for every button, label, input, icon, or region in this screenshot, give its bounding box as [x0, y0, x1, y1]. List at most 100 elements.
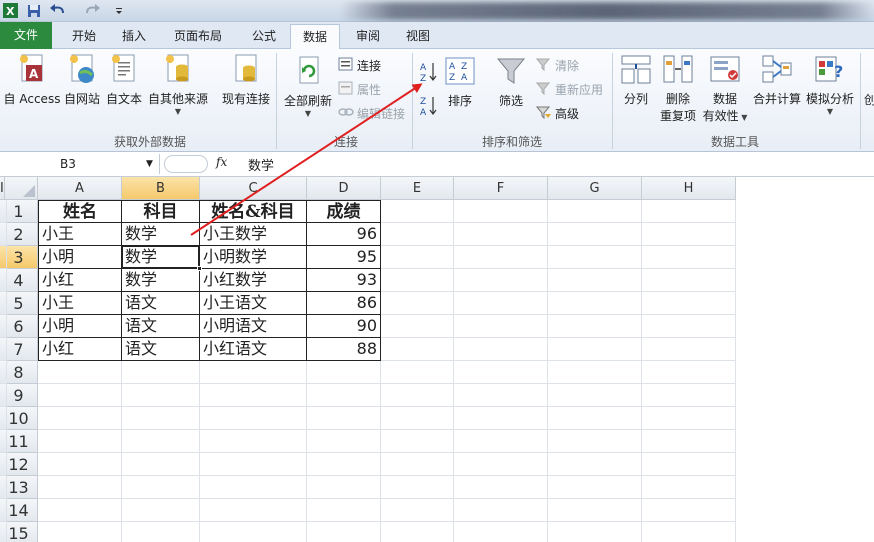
cell[interactable] — [0, 499, 7, 522]
table-cell[interactable]: 小红数学 — [200, 269, 307, 292]
cell[interactable] — [454, 407, 548, 430]
column-header-i[interactable]: I — [0, 177, 5, 200]
formula-input[interactable]: 数学 — [248, 155, 274, 174]
cell[interactable] — [454, 476, 548, 499]
cell[interactable] — [381, 223, 454, 246]
cell[interactable] — [122, 430, 200, 453]
table-cell[interactable]: 数学 — [122, 246, 200, 269]
table-cell[interactable]: 小红语文 — [200, 338, 307, 361]
from-text-button[interactable]: 自文本 — [104, 53, 144, 107]
cell[interactable] — [381, 292, 454, 315]
cell[interactable] — [0, 292, 7, 315]
table-cell[interactable]: 数学 — [122, 269, 200, 292]
cell[interactable] — [200, 361, 307, 384]
properties-button[interactable]: 属性 — [338, 81, 381, 98]
cell[interactable] — [454, 338, 548, 361]
cell[interactable] — [122, 407, 200, 430]
cell[interactable] — [548, 453, 642, 476]
cell[interactable] — [548, 522, 642, 542]
cell[interactable] — [548, 430, 642, 453]
cell[interactable] — [307, 499, 381, 522]
cell[interactable] — [642, 522, 736, 542]
table-header-cell[interactable]: 姓名 — [38, 200, 122, 223]
cell[interactable] — [548, 476, 642, 499]
cell[interactable] — [381, 522, 454, 542]
cell[interactable] — [454, 223, 548, 246]
table-cell[interactable]: 小王 — [38, 292, 122, 315]
table-cell[interactable]: 86 — [307, 292, 381, 315]
cell[interactable] — [122, 476, 200, 499]
select-all-corner[interactable] — [0, 177, 38, 200]
reapply-button[interactable]: 重新应用 — [535, 81, 603, 98]
from-web-button[interactable]: 自网站 — [62, 53, 102, 107]
refresh-all-button[interactable]: 全部刷新 ▼ — [282, 55, 334, 118]
table-cell[interactable]: 小红 — [38, 269, 122, 292]
cell[interactable] — [122, 522, 200, 542]
cell[interactable] — [307, 407, 381, 430]
cell[interactable] — [381, 407, 454, 430]
tab-view[interactable]: 视图 — [396, 24, 440, 49]
cell[interactable] — [548, 223, 642, 246]
existing-connections-button[interactable]: 现有连接 — [218, 53, 274, 107]
cell[interactable] — [548, 292, 642, 315]
from-access-button[interactable]: A 自 Access — [2, 53, 62, 107]
cell[interactable] — [200, 384, 307, 407]
table-cell[interactable]: 96 — [307, 223, 381, 246]
table-cell[interactable]: 88 — [307, 338, 381, 361]
cell[interactable] — [642, 453, 736, 476]
cell[interactable] — [38, 407, 122, 430]
cell[interactable] — [642, 292, 736, 315]
sort-ascending-button[interactable]: AZ — [420, 61, 438, 86]
cell[interactable] — [381, 476, 454, 499]
cell[interactable] — [642, 246, 736, 269]
tab-insert[interactable]: 插入 — [112, 24, 156, 49]
data-validation-button[interactable]: 数据 有效性 ▼ — [700, 53, 750, 124]
cell[interactable] — [454, 499, 548, 522]
cell[interactable] — [0, 338, 7, 361]
cell[interactable] — [548, 384, 642, 407]
cell[interactable] — [548, 200, 642, 223]
cell[interactable] — [0, 361, 7, 384]
table-cell[interactable]: 数学 — [122, 223, 200, 246]
cell[interactable] — [454, 361, 548, 384]
cell[interactable] — [548, 338, 642, 361]
cell[interactable] — [200, 476, 307, 499]
cell[interactable] — [307, 384, 381, 407]
cell[interactable] — [548, 407, 642, 430]
cell[interactable] — [0, 407, 7, 430]
tab-data[interactable]: 数据 — [290, 24, 340, 50]
table-cell[interactable]: 语文 — [122, 338, 200, 361]
cell[interactable] — [642, 476, 736, 499]
cell[interactable] — [0, 315, 7, 338]
save-icon[interactable] — [26, 2, 42, 19]
cell[interactable] — [38, 522, 122, 542]
cell[interactable] — [307, 522, 381, 542]
cell[interactable] — [0, 223, 7, 246]
table-cell[interactable]: 小明数学 — [200, 246, 307, 269]
cell[interactable] — [0, 476, 7, 499]
cell[interactable] — [0, 246, 7, 269]
group-outline-button[interactable]: 创 — [864, 91, 874, 108]
cell[interactable] — [381, 499, 454, 522]
cell[interactable] — [307, 453, 381, 476]
filter-button[interactable]: 筛选 — [492, 55, 530, 109]
cell[interactable] — [454, 522, 548, 542]
sort-descending-button[interactable]: ZA — [420, 95, 438, 120]
cell[interactable] — [122, 384, 200, 407]
cell[interactable] — [454, 246, 548, 269]
cell[interactable] — [642, 269, 736, 292]
cell[interactable] — [548, 361, 642, 384]
cell[interactable] — [381, 430, 454, 453]
table-header-cell[interactable]: 科目 — [122, 200, 200, 223]
cell[interactable] — [381, 269, 454, 292]
cell[interactable] — [38, 499, 122, 522]
cell[interactable] — [0, 522, 7, 542]
consolidate-button[interactable]: 合并计算 — [750, 53, 804, 107]
cell[interactable] — [642, 200, 736, 223]
cell[interactable] — [38, 453, 122, 476]
column-header-h[interactable]: H — [642, 177, 736, 200]
table-cell[interactable]: 小明 — [38, 315, 122, 338]
fill-handle[interactable] — [197, 266, 202, 271]
column-header-b[interactable]: B — [122, 177, 200, 200]
cell[interactable] — [200, 430, 307, 453]
